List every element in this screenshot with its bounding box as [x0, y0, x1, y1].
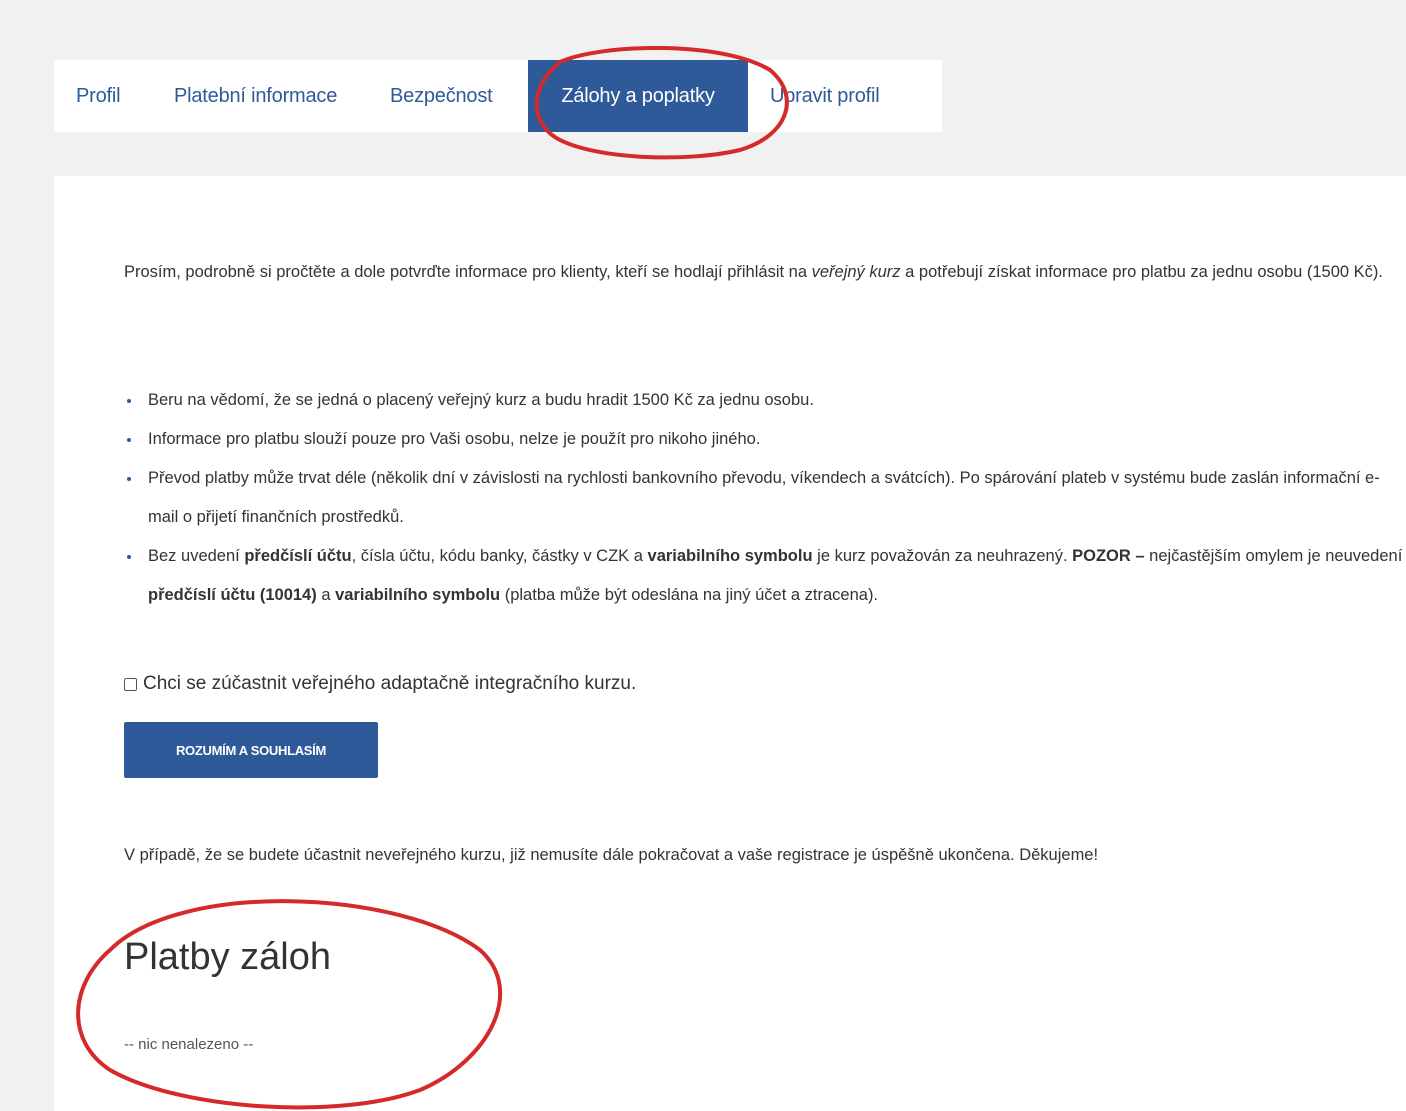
tab-platebni-informace[interactable]: Platební informace [152, 60, 386, 132]
closing-text: V případě, že se budete účastnit neveřej… [124, 846, 1099, 864]
content-panel: Prosím, podrobně si pročtěte a dole potv… [54, 176, 1406, 1111]
tab-profil[interactable]: Profil [54, 60, 152, 132]
tab-bezpecnost[interactable]: Bezpečnost [386, 60, 528, 132]
participation-checkbox-row[interactable]: Chci se zúčastnit veřejného adaptačně in… [124, 673, 636, 695]
rules-list: Beru na vědomí, že se jedná o placený ve… [124, 381, 1404, 615]
list-item: Informace pro platbu slouží pouze pro Va… [124, 420, 1404, 459]
profile-tabs: Profil Platební informace Bezpečnost Zál… [54, 60, 942, 132]
list-item: Bez uvedení předčíslí účtu, čísla účtu, … [124, 537, 1404, 615]
list-item: Převod platby může trvat déle (několik d… [124, 459, 1404, 537]
agree-button[interactable]: ROZUMÍM A SOUHLASÍM [124, 722, 378, 778]
intro-emphasis: veřejný kurz [811, 263, 901, 281]
list-item: Beru na vědomí, že se jedná o placený ve… [124, 381, 1404, 420]
section-title: Platby záloh [124, 936, 332, 978]
tab-upravit-profil[interactable]: Upravit profil [748, 60, 880, 132]
tab-zalohy-a-poplatky[interactable]: Zálohy a poplatky [528, 60, 748, 132]
participation-checkbox[interactable] [124, 677, 137, 691]
participation-checkbox-label: Chci se zúčastnit veřejného adaptačně in… [143, 673, 637, 694]
empty-state-text: -- nic nenalezeno -- [124, 1036, 254, 1053]
intro-text: Prosím, podrobně si pročtěte a dole potv… [124, 263, 1384, 281]
